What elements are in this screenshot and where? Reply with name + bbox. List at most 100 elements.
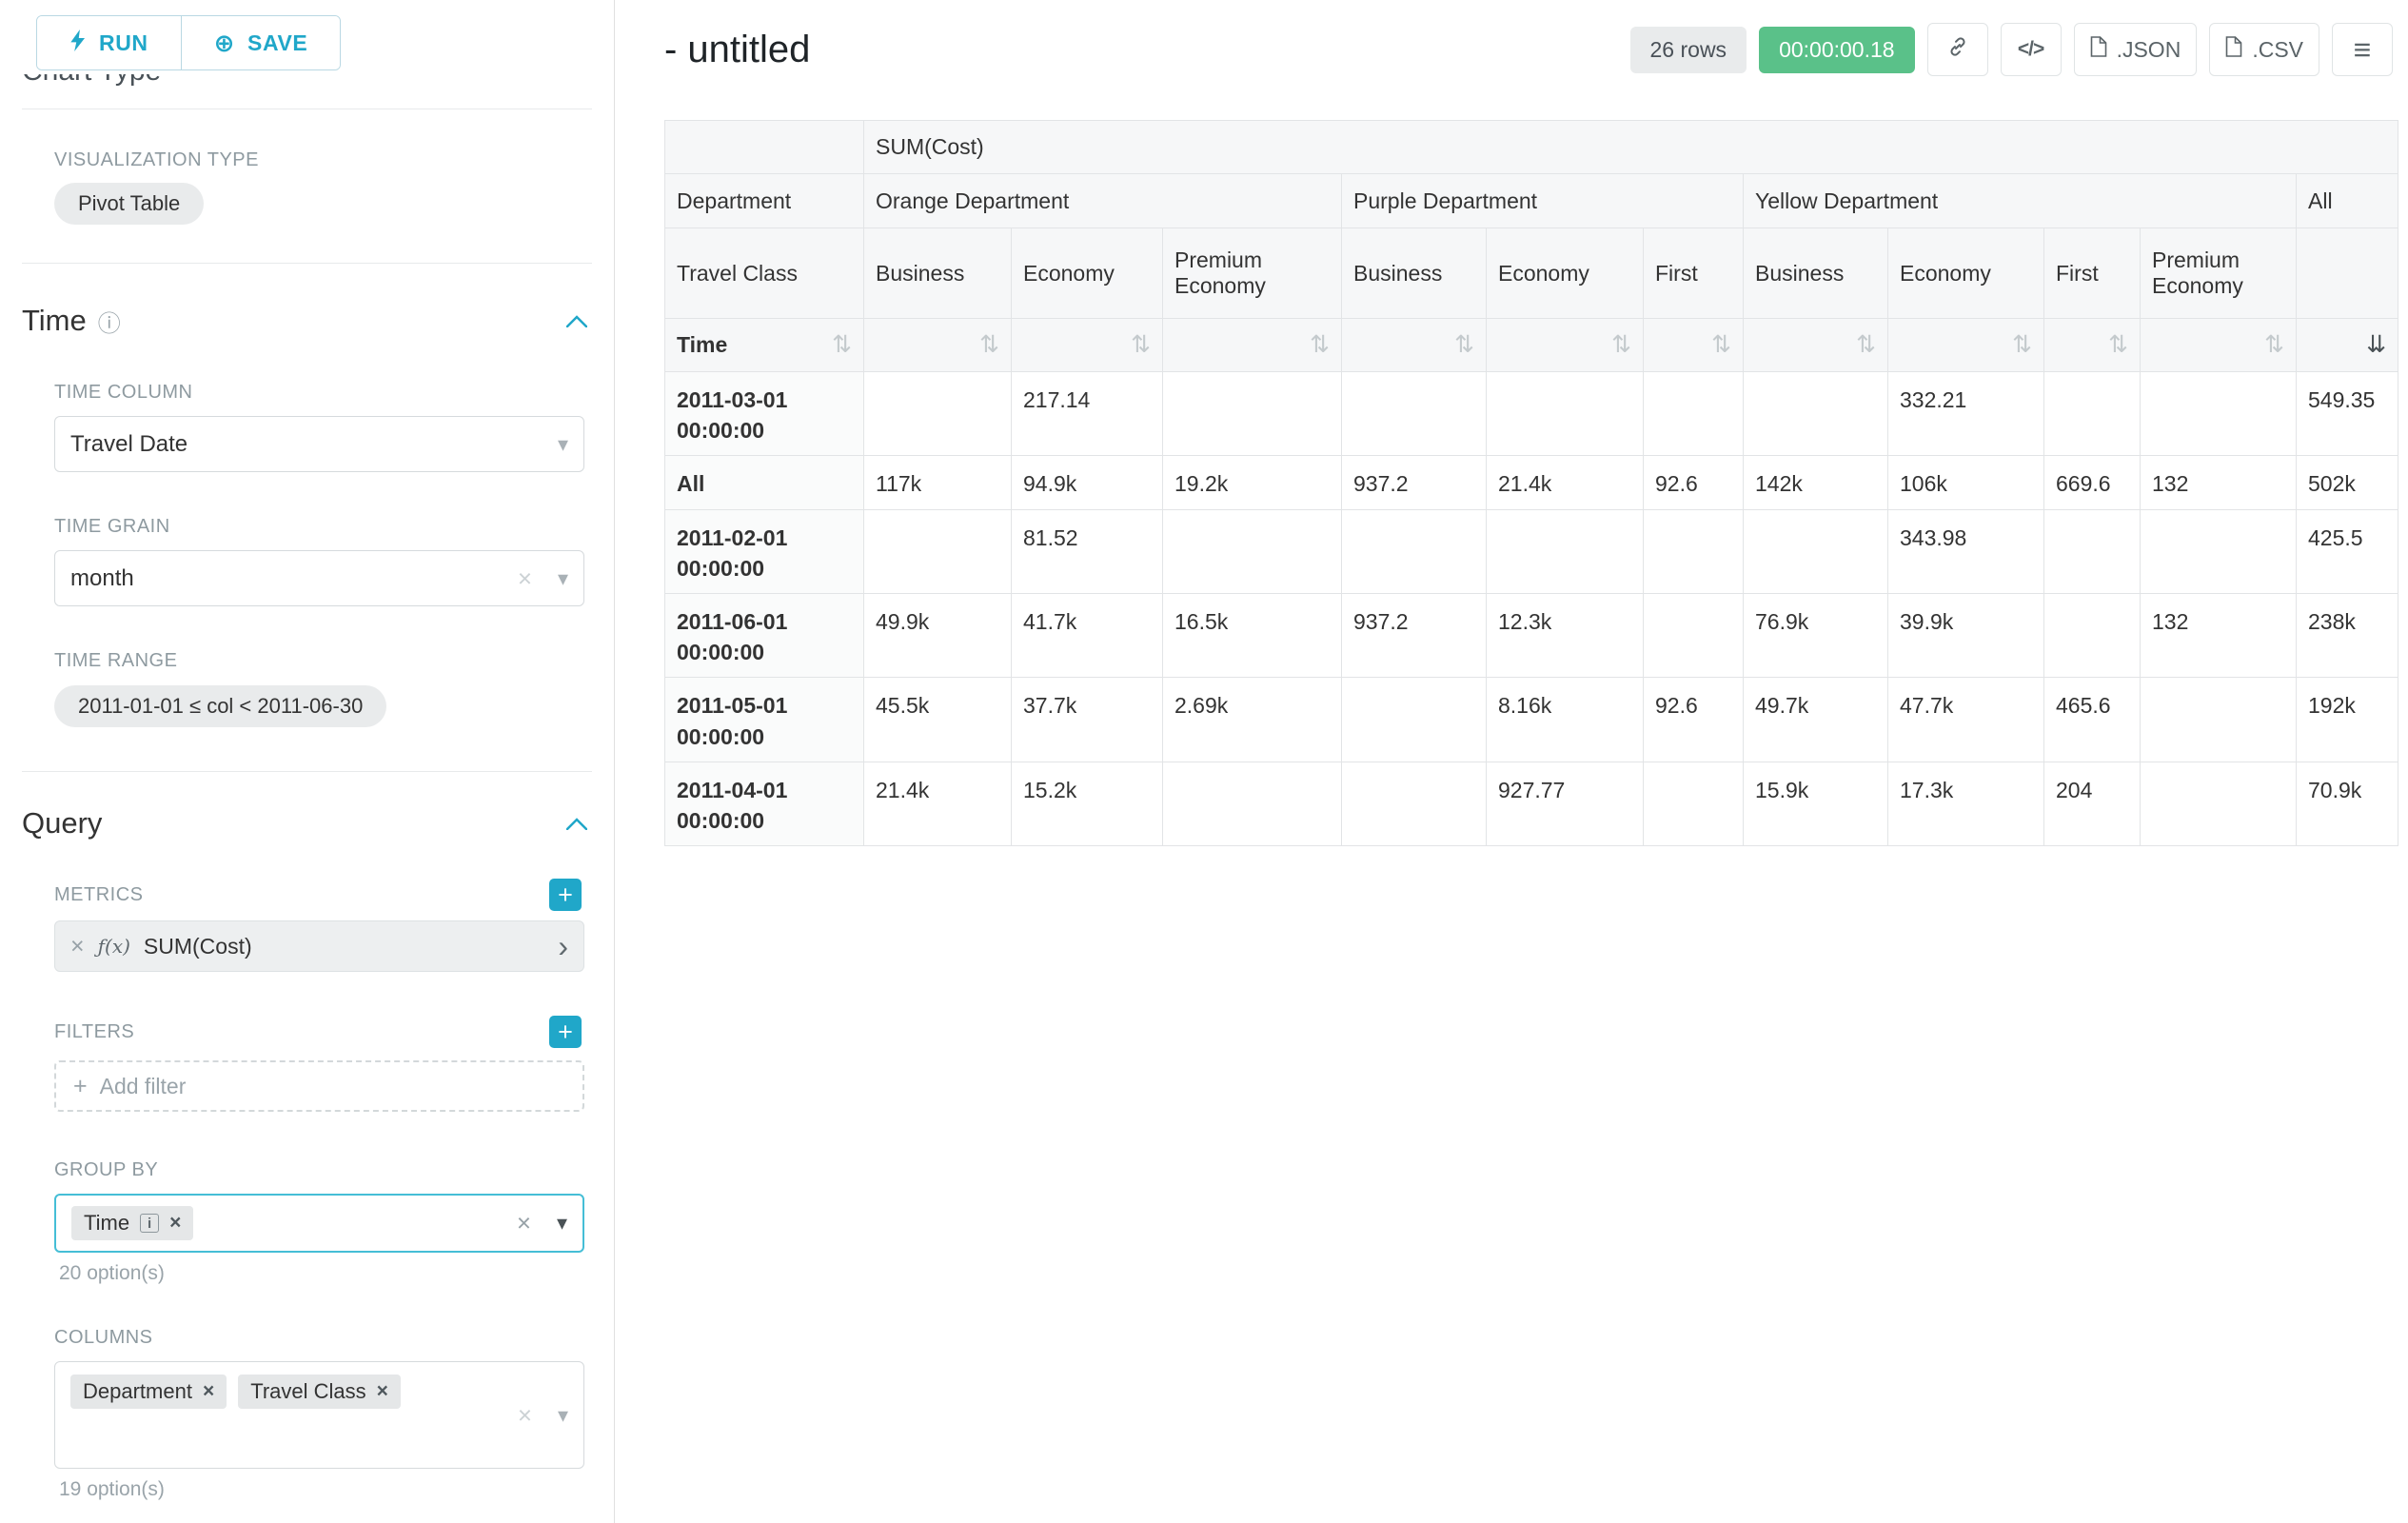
pivot-cell: 15.9k xyxy=(1744,762,1888,845)
pivot-cell xyxy=(2044,372,2141,456)
pivot-cell: 669.6 xyxy=(2044,456,2141,509)
export-csv-button[interactable]: .CSV xyxy=(2209,23,2319,76)
pivot-cell: 70.9k xyxy=(2297,762,2398,845)
pivot-cell: 41.7k xyxy=(1012,593,1163,677)
pivot-cell xyxy=(1163,509,1342,593)
pivot-cell: 12.3k xyxy=(1487,593,1644,677)
sort-icon[interactable]: ⇅ xyxy=(1310,331,1330,358)
pivot-cell xyxy=(1644,593,1744,677)
pivot-cell xyxy=(2044,509,2141,593)
pivot-cell xyxy=(864,509,1012,593)
time-column-select[interactable]: Travel Date ▾ xyxy=(54,416,584,472)
remove-tag-icon[interactable]: × xyxy=(377,1380,388,1403)
metric-item[interactable]: × ƒ(x) SUM(Cost) › xyxy=(54,920,584,972)
open-metric-caret-icon[interactable]: › xyxy=(558,931,568,961)
time-grain-select[interactable]: month × ▾ xyxy=(54,550,584,606)
collapse-query-chevron-icon[interactable] xyxy=(566,818,587,830)
clear-icon[interactable]: × xyxy=(518,564,532,593)
plus-circle-icon: ⊕ xyxy=(214,29,235,58)
travel-class-label: Travel Class xyxy=(665,228,864,319)
columns-label: COLUMNS xyxy=(54,1327,582,1349)
function-icon: ƒ(x) xyxy=(98,935,130,958)
pivot-cell: 94.9k xyxy=(1012,456,1163,509)
pivot-cell: 81.52 xyxy=(1012,509,1163,593)
column-sort-header: ⇅ xyxy=(2141,319,2297,372)
class-header: Economy xyxy=(1888,228,2044,319)
pivot-cell: 8.16k xyxy=(1487,678,1644,762)
pivot-cell xyxy=(2141,762,2297,845)
group-header-purple: Purple Department xyxy=(1342,174,1744,228)
pivot-cell: 92.6 xyxy=(1644,456,1744,509)
pivot-cell: 39.9k xyxy=(1888,593,2044,677)
pivot-cell: 332.21 xyxy=(1888,372,2044,456)
run-button-label: RUN xyxy=(99,30,148,56)
column-sort-header: ⇅ xyxy=(1644,319,1744,372)
corner-cell xyxy=(665,121,864,174)
sort-icon[interactable]: ⇅ xyxy=(1611,331,1631,358)
time-grain-value: month xyxy=(70,565,134,592)
sort-header-row: Time⇅⇅⇅⇅⇅⇅⇅⇅⇅⇅⇅⇊ xyxy=(665,319,2398,372)
sort-icon[interactable]: ⇅ xyxy=(2108,331,2128,358)
remove-tag-icon[interactable]: × xyxy=(169,1212,181,1235)
sort-icon[interactable]: ⇅ xyxy=(832,332,852,359)
row-count-badge: 26 rows xyxy=(1630,27,1747,73)
plus-icon: + xyxy=(73,1073,88,1100)
pivot-cell xyxy=(864,372,1012,456)
export-json-button[interactable]: .JSON xyxy=(2074,23,2198,76)
add-metric-button[interactable]: + xyxy=(549,879,582,911)
add-filter-plus-button[interactable]: + xyxy=(549,1016,582,1048)
group-by-select[interactable]: Time i × × ▾ xyxy=(54,1194,584,1253)
copy-link-button[interactable] xyxy=(1927,23,1988,76)
columns-tag[interactable]: Travel Class × xyxy=(238,1375,401,1409)
sort-icon[interactable]: ⇅ xyxy=(1131,331,1151,358)
department-header-row: Department Orange Department Purple Depa… xyxy=(665,174,2398,228)
time-range-pill[interactable]: 2011-01-01 ≤ col < 2011-06-30 xyxy=(54,685,386,727)
embed-code-button[interactable]: </> xyxy=(2001,23,2062,76)
code-icon: </> xyxy=(2018,38,2043,61)
visualization-type-pill[interactable]: Pivot Table xyxy=(54,183,204,225)
save-button-label: SAVE xyxy=(247,30,307,56)
pivot-cell xyxy=(1644,372,1744,456)
sort-icon[interactable]: ⇅ xyxy=(979,331,999,358)
pivot-cell: 117k xyxy=(864,456,1012,509)
remove-metric-icon[interactable]: × xyxy=(70,933,85,960)
bolt-icon xyxy=(69,30,87,57)
pivot-row: 2011-03-01 00:00:00217.14332.21549.35 xyxy=(665,372,2398,456)
chevron-down-icon: ▾ xyxy=(558,1403,568,1428)
pivot-cell: 17.3k xyxy=(1888,762,2044,845)
chart-type-heading: Chart Type xyxy=(22,74,614,88)
info-icon: ⓘ xyxy=(98,305,121,338)
more-menu-button[interactable]: ≡ xyxy=(2332,23,2393,76)
sort-icon[interactable]: ⇅ xyxy=(2264,331,2284,358)
class-header: First xyxy=(1644,228,1744,319)
pivot-row: 2011-02-01 00:00:0081.52343.98425.5 xyxy=(665,509,2398,593)
column-sort-header: ⇅ xyxy=(1163,319,1342,372)
column-info-icon: i xyxy=(140,1214,159,1233)
sort-icon[interactable]: ⇅ xyxy=(2012,331,2032,358)
group-by-label: GROUP BY xyxy=(54,1159,582,1181)
clear-icon[interactable]: × xyxy=(518,1400,532,1430)
columns-select[interactable]: Department × Travel Class × × ▾ xyxy=(54,1361,584,1469)
metric-header: SUM(Cost) xyxy=(864,121,2398,174)
collapse-time-chevron-icon[interactable] xyxy=(566,315,587,327)
group-by-tag[interactable]: Time i × xyxy=(71,1206,193,1240)
columns-tag[interactable]: Department × xyxy=(70,1375,227,1409)
pivot-cell xyxy=(1487,372,1644,456)
group-header-yellow: Yellow Department xyxy=(1744,174,2297,228)
sort-icon[interactable]: ⇅ xyxy=(1454,331,1474,358)
clear-icon[interactable]: × xyxy=(517,1209,531,1238)
department-label: Department xyxy=(665,174,864,228)
sort-descending-icon[interactable]: ⇊ xyxy=(2366,331,2386,358)
remove-tag-icon[interactable]: × xyxy=(203,1380,214,1403)
sort-icon[interactable]: ⇅ xyxy=(1711,331,1731,358)
query-timer-badge: 00:00:00.18 xyxy=(1759,27,1915,73)
sort-icon[interactable]: ⇅ xyxy=(1856,331,1876,358)
metrics-label-row: METRICS + xyxy=(54,879,582,911)
travel-class-header-row: Travel Class Business Economy Premium Ec… xyxy=(665,228,2398,319)
add-filter-box[interactable]: + Add filter xyxy=(54,1060,584,1112)
pivot-cell: 937.2 xyxy=(1342,593,1487,677)
class-header: Business xyxy=(864,228,1012,319)
save-button[interactable]: ⊕ SAVE xyxy=(181,16,341,69)
run-button[interactable]: RUN xyxy=(37,16,181,69)
column-sort-header: ⇅ xyxy=(1012,319,1163,372)
